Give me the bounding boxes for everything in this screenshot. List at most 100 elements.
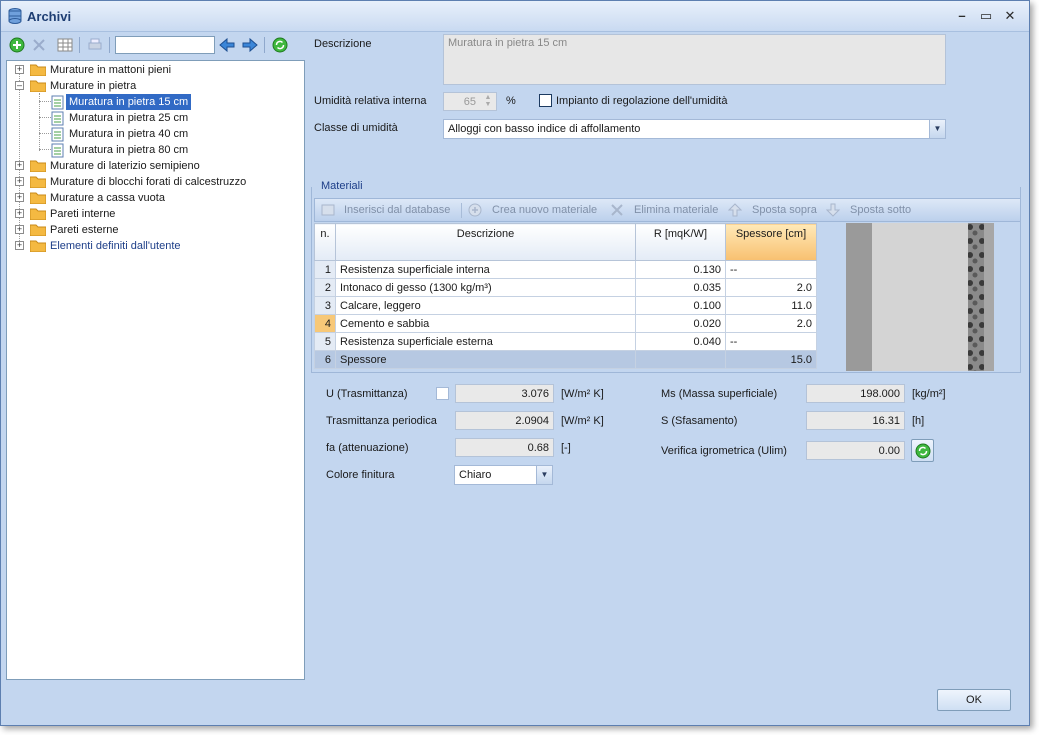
inserisci-button[interactable]: Inserisci dal database — [344, 204, 450, 216]
tree-item-label: Murature di laterizio semipieno — [50, 160, 200, 172]
tree-item[interactable]: Muratura in pietra 25 cm — [7, 110, 297, 126]
row-descrizione[interactable]: Resistenza superficiale interna — [335, 260, 636, 279]
cut-icon[interactable] — [31, 37, 47, 53]
tree-item[interactable]: + Murature a cassa vuota — [7, 190, 297, 206]
fa-value: 0.68 — [455, 438, 554, 457]
folder-open-icon — [30, 80, 46, 92]
document-icon — [51, 95, 64, 110]
colore-label: Colore finitura — [326, 469, 395, 481]
arrow-left-icon[interactable] — [219, 37, 235, 53]
expand-icon[interactable]: + — [15, 209, 24, 218]
u-label: U (Trasmittanza) — [326, 388, 408, 400]
row-spessore[interactable]: -- — [725, 260, 817, 279]
ms-unit: [kg/m²] — [912, 388, 946, 400]
spinner-arrows-icon[interactable]: ▲ ▼ — [481, 94, 495, 109]
document-icon — [51, 111, 64, 126]
ms-label: Ms (Massa superficiale) — [661, 388, 778, 400]
expand-icon[interactable]: + — [15, 177, 24, 186]
search-input[interactable] — [115, 36, 215, 54]
minimize-button[interactable]: – — [953, 7, 971, 25]
folder-icon — [30, 176, 46, 188]
row-descrizione[interactable]: Cemento e sabbia — [335, 314, 636, 333]
impianto-checkbox[interactable] — [539, 94, 552, 107]
tree-item[interactable]: – Murature in pietra — [7, 78, 297, 94]
tree-item-selected[interactable]: Muratura in pietra 15 cm — [7, 94, 297, 110]
row-descrizione[interactable]: Resistenza superficiale esterna — [335, 332, 636, 351]
expand-icon[interactable]: + — [15, 161, 24, 170]
expand-icon[interactable]: + — [15, 65, 24, 74]
tree-item-label: Pareti interne — [50, 208, 116, 220]
row-spessore[interactable]: -- — [725, 332, 817, 351]
tree-item[interactable]: + Murature in mattoni pieni — [7, 62, 297, 78]
row-r[interactable]: 0.130 — [635, 260, 726, 279]
archive-tree: + Murature in mattoni pieni – Murature i… — [6, 60, 305, 680]
tp-value: 2.0904 — [455, 411, 554, 430]
row-r[interactable]: 0.100 — [635, 296, 726, 315]
sposta-sopra-button[interactable]: Sposta sopra — [752, 204, 817, 216]
elimina-button[interactable]: Elimina materiale — [634, 204, 718, 216]
verifica-button[interactable] — [911, 439, 934, 462]
row-r[interactable]: 0.035 — [635, 278, 726, 297]
row-spessore[interactable]: 2.0 — [725, 278, 817, 297]
tp-unit: [W/m² K] — [561, 415, 604, 427]
row-descrizione[interactable]: Intonaco di gesso (1300 kg/m³) — [335, 278, 636, 297]
close-button[interactable]: ✕ — [1001, 7, 1019, 25]
tree-item[interactable]: Muratura in pietra 40 cm — [7, 126, 297, 142]
col-n[interactable]: n. — [314, 223, 336, 261]
tree-item[interactable]: + Elementi definiti dall'utente — [7, 238, 297, 254]
expand-icon[interactable]: + — [15, 241, 24, 250]
s-value: 16.31 — [806, 411, 905, 430]
tree-item[interactable]: Muratura in pietra 80 cm — [7, 142, 297, 158]
expand-icon[interactable]: + — [15, 225, 24, 234]
row-descrizione: Spessore — [335, 350, 636, 369]
sposta-sotto-button[interactable]: Sposta sotto — [850, 204, 911, 216]
arrow-right-icon[interactable] — [242, 37, 258, 53]
database-icon — [8, 8, 22, 24]
folder-icon — [30, 160, 46, 172]
tree-item[interactable]: + Pareti esterne — [7, 222, 297, 238]
row-r[interactable]: 0.040 — [635, 332, 726, 351]
row-r[interactable]: 0.020 — [635, 314, 726, 333]
materiali-toolbar: Inserisci dal database Crea nuovo materi… — [314, 198, 1021, 222]
chevron-down-icon[interactable]: ▼ — [929, 120, 945, 138]
tree-item[interactable]: + Pareti interne — [7, 206, 297, 222]
table-row-total: 6 Spessore 15.0 — [314, 350, 817, 369]
maximize-button[interactable]: ▭ — [977, 7, 995, 25]
chevron-down-icon[interactable]: ▼ — [536, 466, 552, 484]
row-spessore[interactable]: 2.0 — [725, 314, 817, 333]
collapse-icon[interactable]: – — [15, 81, 24, 90]
col-descrizione[interactable]: Descrizione — [335, 223, 636, 261]
row-index: 3 — [314, 296, 336, 315]
ok-button[interactable]: OK — [937, 689, 1011, 711]
umidita-spinner[interactable]: 65 ▲ ▼ — [443, 92, 497, 111]
table-row[interactable]: 4 Cemento e sabbia 0.020 2.0 — [314, 314, 817, 333]
colore-select[interactable]: Chiaro ▼ — [454, 465, 553, 485]
row-spessore[interactable]: 11.0 — [725, 296, 817, 315]
col-r[interactable]: R [mqK/W] — [635, 223, 726, 261]
crea-button[interactable]: Crea nuovo materiale — [492, 204, 597, 216]
table-row[interactable]: 2 Intonaco di gesso (1300 kg/m³) 0.035 2… — [314, 278, 817, 297]
verifica-label: Verifica igrometrica (Ulim) — [661, 445, 787, 457]
row-r — [635, 350, 726, 369]
arrow-up-icon — [728, 203, 742, 217]
table-row[interactable]: 5 Resistenza superficiale esterna 0.040 … — [314, 332, 817, 351]
table-icon[interactable] — [57, 37, 73, 53]
add-icon[interactable] — [9, 37, 25, 53]
folder-icon — [30, 240, 46, 252]
classe-select[interactable]: Alloggi con basso indice di affollamento… — [443, 119, 946, 139]
table-row[interactable]: 3 Calcare, leggero 0.100 11.0 — [314, 296, 817, 315]
row-index: 6 — [314, 350, 336, 369]
col-spessore[interactable]: Spessore [cm] — [725, 223, 817, 261]
tree-item[interactable]: + Murature di blocchi forati di calcestr… — [7, 174, 297, 190]
u-checkbox[interactable] — [436, 387, 449, 400]
archivi-window: Archivi – ▭ ✕ + Murature in mattoni pien… — [0, 0, 1030, 726]
arrow-down-icon — [826, 203, 840, 217]
expand-icon[interactable]: + — [15, 193, 24, 202]
descrizione-field[interactable]: Muratura in pietra 15 cm — [443, 34, 946, 85]
row-descrizione[interactable]: Calcare, leggero — [335, 296, 636, 315]
table-row[interactable]: 1 Resistenza superficiale interna 0.130 … — [314, 260, 817, 279]
print-icon[interactable] — [87, 37, 103, 53]
refresh-icon[interactable] — [272, 37, 288, 53]
tree-item[interactable]: + Murature di laterizio semipieno — [7, 158, 297, 174]
row-index: 2 — [314, 278, 336, 297]
